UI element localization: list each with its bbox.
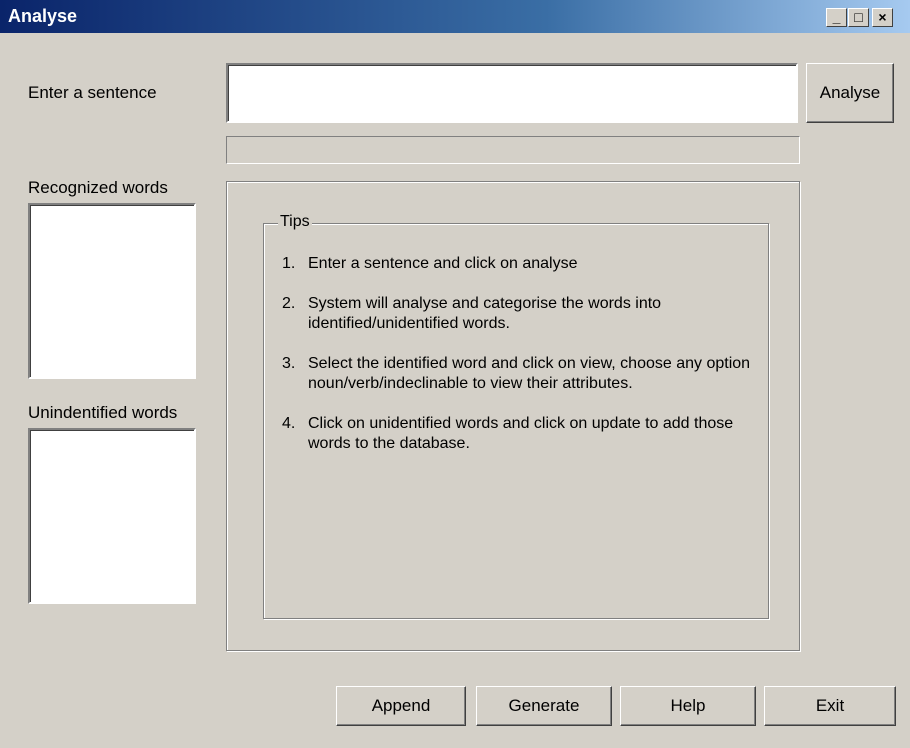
tips-groupbox: Tips 1. Enter a sentence and click on an…	[263, 213, 769, 619]
tip-item: 4. Click on unidentified words and click…	[282, 414, 752, 454]
maximize-button[interactable]: □	[848, 8, 869, 27]
append-button[interactable]: Append	[336, 686, 466, 726]
tip-item: 1. Enter a sentence and click on analyse	[282, 254, 752, 274]
generate-button[interactable]: Generate	[476, 686, 612, 726]
tip-item: 3. Select the identified word and click …	[282, 354, 752, 394]
tip-number: 2.	[282, 295, 296, 312]
tip-item: 2. System will analyse and categorise th…	[282, 294, 752, 334]
tips-list: 1. Enter a sentence and click on analyse…	[282, 254, 752, 474]
sentence-input[interactable]	[226, 63, 798, 123]
exit-button[interactable]: Exit	[764, 686, 896, 726]
tip-number: 4.	[282, 415, 296, 432]
minimize-button[interactable]: _	[826, 8, 847, 27]
tip-text: Click on unidentified words and click on…	[308, 415, 734, 452]
tips-title: Tips	[278, 213, 312, 231]
tip-text: System will analyse and categorise the w…	[308, 295, 662, 332]
tip-number: 1.	[282, 255, 296, 272]
tip-number: 3.	[282, 355, 296, 372]
unidentified-words-label: Unindentified words	[28, 403, 178, 422]
analyse-button[interactable]: Analyse	[806, 63, 894, 123]
progress-bar	[226, 136, 800, 164]
content-frame: Tips 1. Enter a sentence and click on an…	[226, 181, 800, 651]
tip-text: Enter a sentence and click on analyse	[308, 255, 578, 272]
close-button[interactable]: ×	[872, 8, 893, 27]
unidentified-words-list[interactable]	[28, 428, 196, 604]
recognized-words-list[interactable]	[28, 203, 196, 379]
tip-text: Select the identified word and click on …	[308, 355, 751, 392]
help-button[interactable]: Help	[620, 686, 756, 726]
window-title: Analyse	[8, 6, 78, 26]
title-bar: Analyse _ □ ×	[0, 0, 910, 33]
recognized-words-label: Recognized words	[28, 178, 168, 197]
sentence-label: Enter a sentence	[28, 83, 157, 102]
